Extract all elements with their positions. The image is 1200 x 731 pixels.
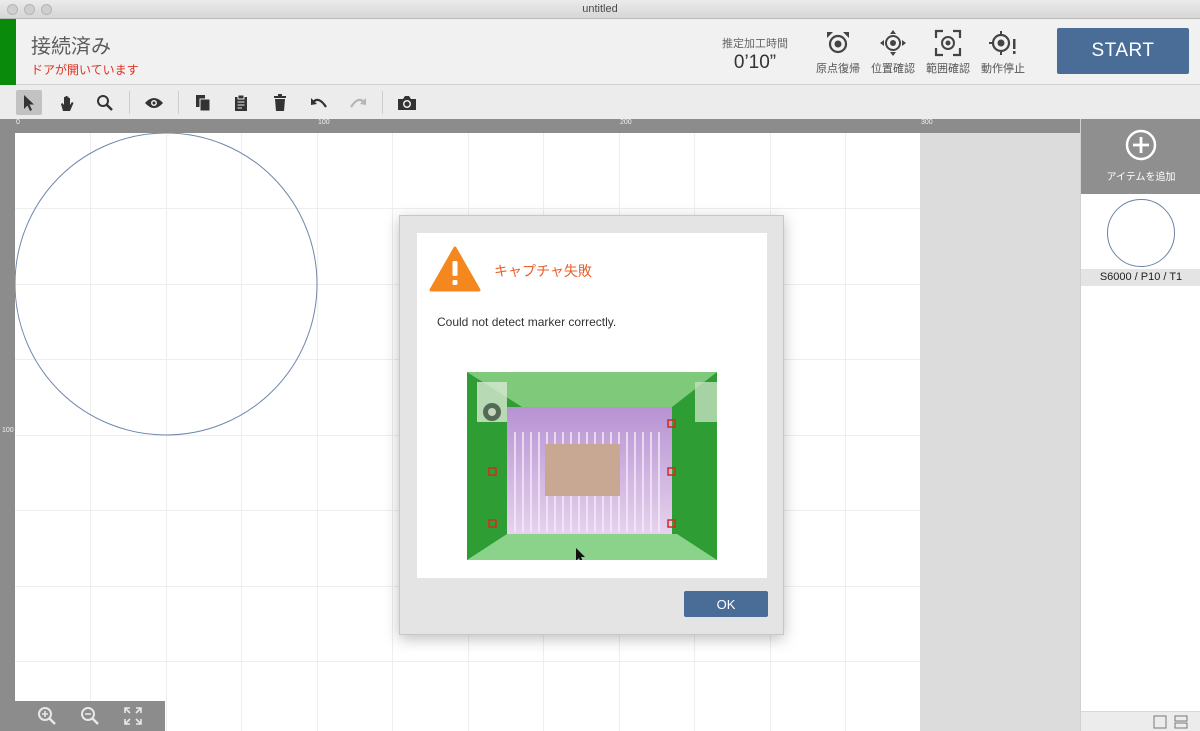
window-titlebar: untitled <box>0 0 1200 19</box>
edit-toolbar <box>0 86 1200 119</box>
range-check-button[interactable]: 範囲確認 <box>921 27 975 79</box>
out-of-bounds-area <box>920 133 1080 731</box>
copy-button[interactable] <box>190 90 216 115</box>
ok-button[interactable]: OK <box>684 591 768 617</box>
ruler-tick-label: 100 <box>2 427 14 434</box>
position-check-label: 位置確認 <box>871 63 915 75</box>
add-item-label: アイテムを追加 <box>1106 172 1176 183</box>
dialog-body: キャプチャ失敗 Could not detect marker correctl… <box>417 233 767 578</box>
copy-icon <box>196 94 211 111</box>
dialog-title: キャプチャ失敗 <box>494 263 592 279</box>
preview-button[interactable] <box>141 90 167 115</box>
ruler-left: 100 <box>0 133 15 731</box>
zoom-tool-button[interactable] <box>92 90 118 115</box>
delete-button[interactable] <box>267 90 293 115</box>
warning-icon <box>429 246 481 292</box>
zoom-in-icon[interactable] <box>37 706 57 726</box>
select-arrow-icon <box>24 94 34 111</box>
paste-button[interactable] <box>228 90 254 115</box>
trash-icon <box>274 93 286 111</box>
estimate-value: 0’10” <box>733 52 777 73</box>
toolbar-divider <box>129 91 130 114</box>
home-target-icon <box>827 32 849 54</box>
item-panel: アイテムを追加 S6000 / P10 / T1 <box>1080 119 1200 731</box>
eye-icon <box>145 97 163 108</box>
hand-icon <box>61 95 74 111</box>
move-target-icon <box>880 30 906 56</box>
fit-screen-icon[interactable] <box>123 706 143 726</box>
machine-header: 接続済み ドアが開いています 推定加工時間 0’10” 原点復帰 位置確認 範囲… <box>0 19 1200 85</box>
split-view-icon[interactable] <box>1174 715 1188 729</box>
single-view-icon[interactable] <box>1153 715 1167 729</box>
estimate-label: 推定加工時間 <box>722 38 788 50</box>
stop-button-label: 動作停止 <box>981 63 1025 75</box>
capture-failed-dialog: キャプチャ失敗 Could not detect marker correctl… <box>399 215 784 635</box>
panel-footer <box>1081 711 1200 731</box>
camera-capture-image <box>467 372 717 560</box>
door-status: ドアが開いています <box>31 63 139 77</box>
ruler-tick-label: 200 <box>620 119 632 126</box>
stop-target-icon <box>989 31 1016 55</box>
ruler-tick-label: 100 <box>318 119 330 126</box>
zoom-controls <box>15 701 165 731</box>
ruler-tick-label: 300 <box>921 119 933 126</box>
stop-button[interactable]: 動作停止 <box>976 27 1030 79</box>
zoom-icon <box>97 94 113 111</box>
zoom-out-icon[interactable] <box>80 706 100 726</box>
undo-icon <box>311 97 327 108</box>
toolbar-divider <box>178 91 179 114</box>
ruler-top: 0 100 200 300 <box>0 119 1080 133</box>
connection-status: 接続済み <box>31 36 111 58</box>
add-item-button[interactable]: アイテムを追加 <box>1081 119 1200 194</box>
frame-target-icon <box>934 29 962 57</box>
add-circle-icon <box>1125 129 1157 161</box>
item-thumbnail[interactable] <box>1107 199 1175 267</box>
camera-button[interactable] <box>394 90 420 115</box>
redo-icon <box>350 97 366 108</box>
toolbar-divider <box>382 91 383 114</box>
undo-button[interactable] <box>306 90 332 115</box>
position-check-button[interactable]: 位置確認 <box>866 27 920 79</box>
camera-icon <box>398 95 416 110</box>
clipboard-icon <box>235 94 247 111</box>
item-label[interactable]: S6000 / P10 / T1 <box>1081 269 1200 286</box>
home-button-label: 原点復帰 <box>816 63 860 75</box>
connection-indicator <box>0 19 16 85</box>
hand-tool-button[interactable] <box>54 90 80 115</box>
start-button[interactable]: START <box>1057 28 1189 74</box>
ruler-tick-label: 0 <box>16 119 20 126</box>
redo-button[interactable] <box>345 90 371 115</box>
window-title: untitled <box>582 3 618 15</box>
dialog-message: Could not detect marker correctly. <box>437 315 617 329</box>
select-tool-button[interactable] <box>16 90 42 115</box>
range-check-label: 範囲確認 <box>926 63 970 75</box>
home-button[interactable]: 原点復帰 <box>811 27 865 79</box>
